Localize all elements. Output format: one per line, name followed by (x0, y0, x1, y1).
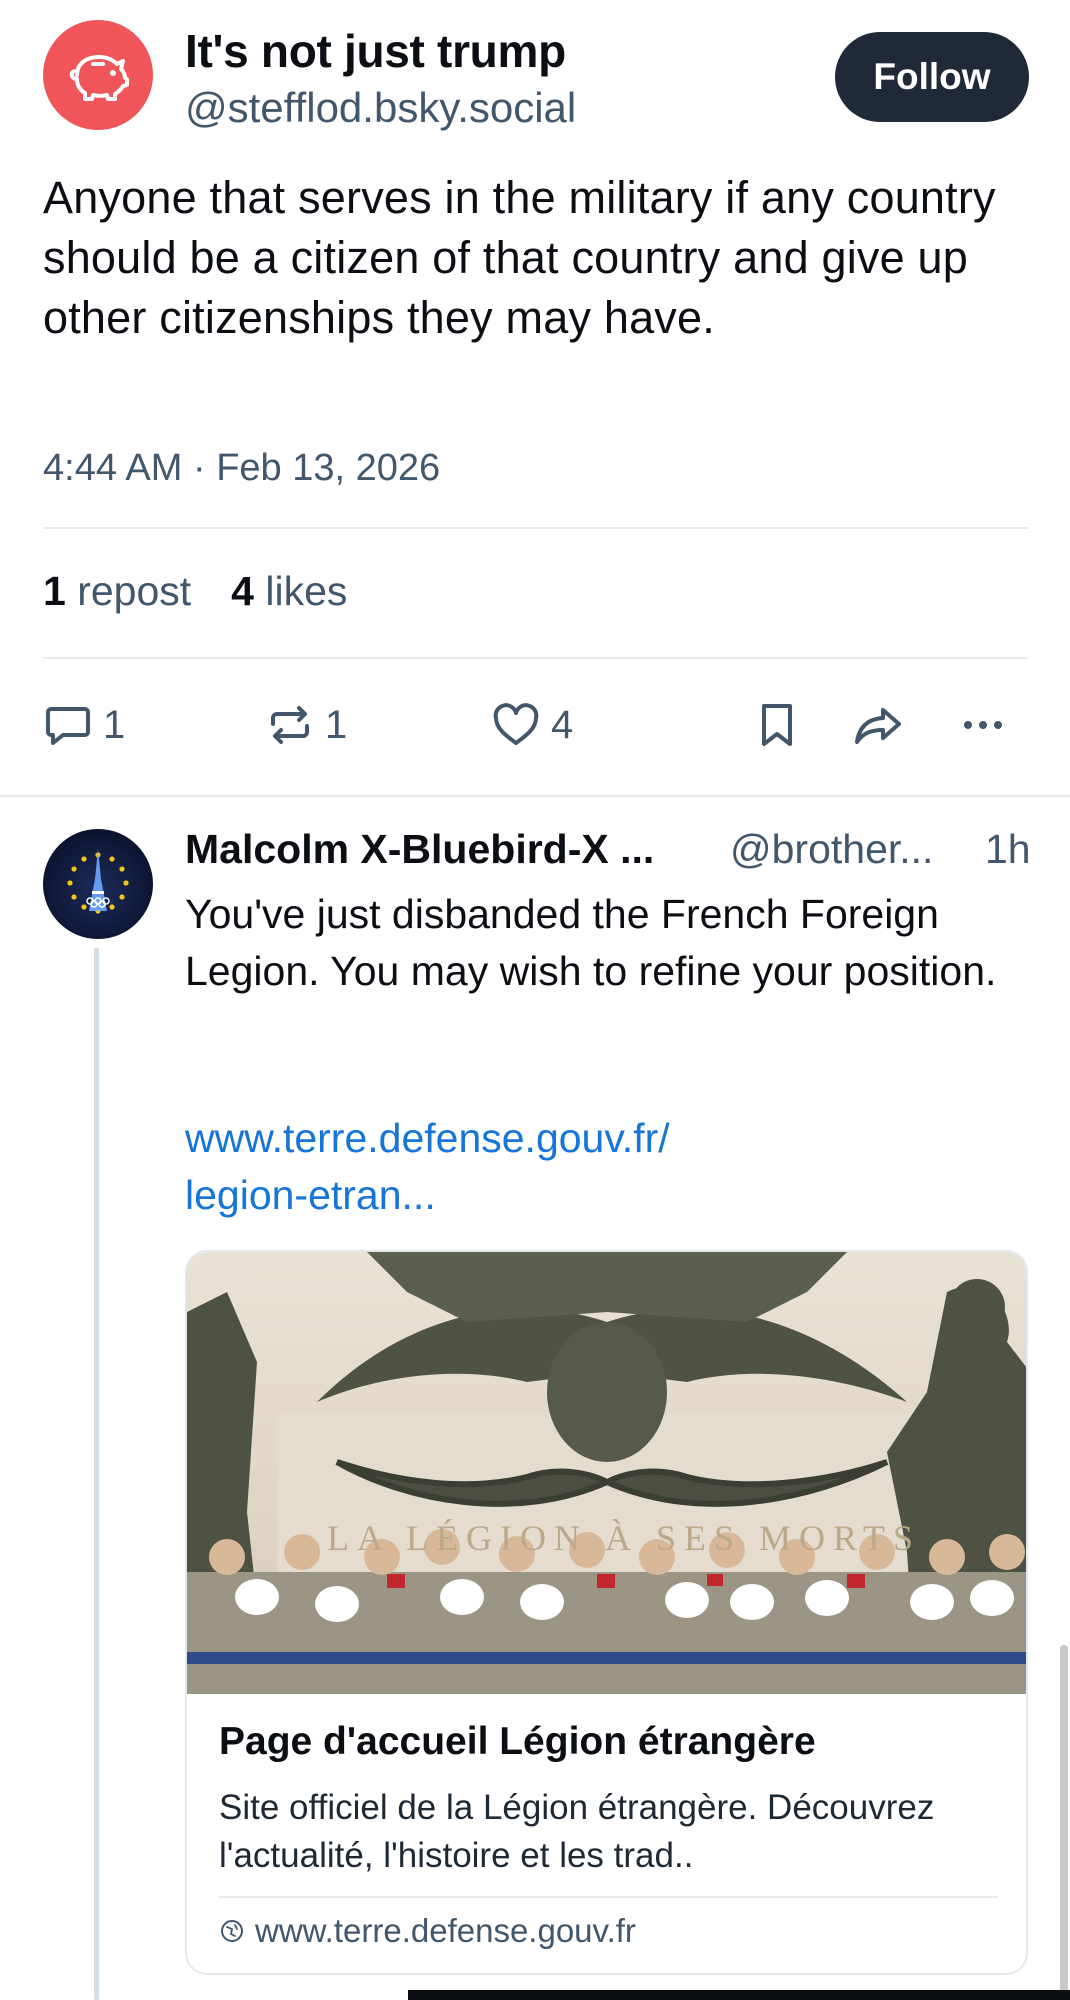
link-card-domain: www.terre.defense.gouv.fr (219, 1912, 636, 1950)
reply-author-avatar[interactable] (43, 829, 153, 939)
reposts-count: 1 (43, 568, 66, 614)
post-timestamp: 4:44 AM · Feb 13, 2026 (43, 447, 441, 489)
likes-stat[interactable]: 4 likes (231, 568, 347, 614)
more-options-button[interactable] (958, 697, 1008, 753)
repost-button[interactable]: 1 (265, 697, 347, 753)
reply-author-name[interactable]: Malcolm X-Bluebird-X ... (185, 826, 654, 873)
author-name[interactable]: It's not just trump (185, 24, 566, 78)
scrollbar[interactable] (1060, 1645, 1068, 2000)
reply-count: 1 (103, 702, 126, 747)
reply-timestamp: 1h (985, 826, 1031, 872)
reply-author-handle[interactable]: @brother... (730, 826, 933, 873)
piggy-bank-icon (69, 55, 129, 101)
link-card-domain-text: www.terre.defense.gouv.fr (255, 1912, 636, 1949)
post-stats: 1 repost 4 likes (43, 568, 347, 615)
link-preview-image: LA LÉGION À SES MORTS (187, 1252, 1026, 1694)
likes-count: 4 (231, 568, 254, 614)
share-button[interactable] (853, 697, 903, 753)
eiffel-tower-stars-icon (67, 849, 129, 914)
reply-icon (46, 707, 90, 745)
reposts-stat[interactable]: 1 repost (43, 568, 191, 614)
follow-button[interactable]: Follow (835, 32, 1029, 122)
post-actions: 1 1 4 (43, 697, 1028, 753)
like-button[interactable]: 4 (491, 697, 573, 753)
divider (43, 527, 1028, 529)
image-inscription-text: LA LÉGION À SES MORTS (327, 1518, 921, 1558)
home-indicator (408, 1990, 1070, 2000)
globe-icon (221, 1920, 243, 1942)
link-card-description: Site officiel de la Légion étrangère. Dé… (219, 1788, 935, 1875)
thread-separator (0, 795, 1070, 797)
reply-button[interactable]: 1 (43, 697, 125, 753)
post-text: Anyone that serves in the military if an… (43, 172, 996, 343)
reply-link-line2[interactable]: legion-etran... (185, 1167, 1035, 1224)
post-header: It's not just trump @stefflod.bsky.socia… (43, 20, 1029, 132)
likes-label: likes (265, 568, 348, 614)
repost-count: 1 (325, 702, 348, 747)
heart-icon (493, 703, 539, 745)
link-preview-card[interactable]: LA LÉGION À SES MORTS Page d'accueil Lég… (185, 1250, 1028, 1975)
reply-text: You've just disbanded the French Foreign… (185, 891, 997, 994)
like-count: 4 (551, 702, 574, 747)
reply-header: Malcolm X-Bluebird-X ... @brother... 1h (185, 826, 1031, 882)
bookmark-button[interactable] (752, 697, 802, 753)
more-options-icon (964, 721, 1002, 729)
share-icon (855, 708, 901, 744)
reposts-label: repost (77, 568, 192, 614)
divider (43, 657, 1028, 659)
author-handle[interactable]: @stefflod.bsky.social (185, 84, 576, 132)
thread-line (94, 948, 99, 2000)
reply-link[interactable]: www.terre.defense.gouv.fr/ legion-etran.… (185, 1110, 1035, 1224)
repost-icon (271, 706, 309, 744)
author-avatar[interactable] (43, 20, 153, 130)
reply-link-line1[interactable]: www.terre.defense.gouv.fr/ (185, 1110, 1035, 1167)
link-card-title[interactable]: Page d'accueil Légion étrangère (219, 1720, 816, 1764)
bookmark-icon (762, 704, 792, 746)
divider (219, 1896, 998, 1898)
